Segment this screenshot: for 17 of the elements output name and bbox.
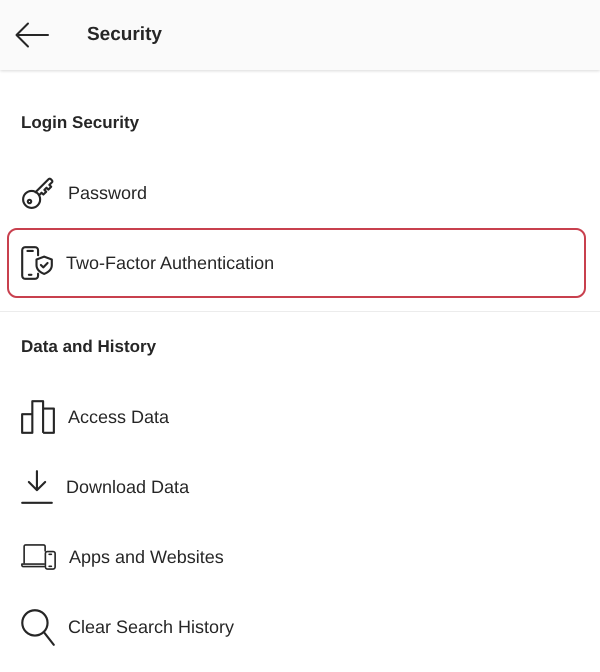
back-arrow-icon xyxy=(15,22,49,48)
key-icon xyxy=(21,176,55,210)
bar-chart-icon xyxy=(21,400,55,434)
search-icon xyxy=(21,608,55,646)
back-button[interactable] xyxy=(15,22,49,48)
section-heading: Login Security xyxy=(21,112,140,134)
page-title: Security xyxy=(87,24,162,46)
laptop-phone-icon xyxy=(21,544,56,570)
settings-item[interactable]: Clear Search History xyxy=(7,592,586,662)
settings-item[interactable]: Two-Factor Authentication xyxy=(7,228,586,298)
section-heading: Data and History xyxy=(21,336,156,358)
settings-item[interactable]: Apps and Websites xyxy=(7,522,586,592)
download-icon xyxy=(21,470,53,504)
settings-item[interactable]: Download Data xyxy=(7,452,586,522)
settings-item[interactable]: Password xyxy=(7,158,586,228)
phone-shield-icon xyxy=(21,246,53,280)
settings-item[interactable]: Access Data xyxy=(7,382,586,452)
